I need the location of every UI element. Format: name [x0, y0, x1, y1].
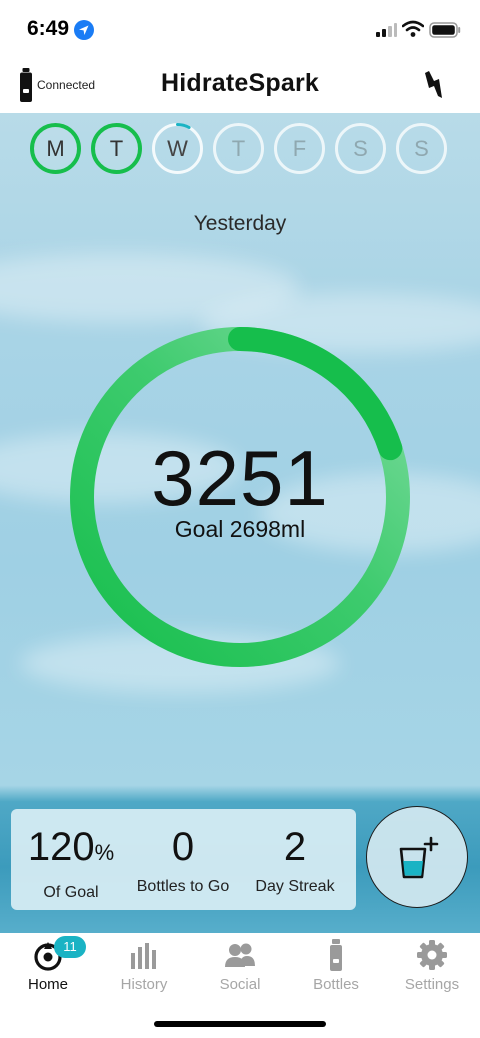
lightning-bolt-icon[interactable] — [420, 70, 446, 100]
of-goal-label: Of Goal — [43, 884, 99, 901]
of-goal-value: 120 — [27, 825, 95, 869]
day-sunday[interactable]: S — [396, 123, 447, 174]
tab-label: Settings — [404, 976, 460, 993]
day-thursday[interactable]: T — [213, 123, 264, 174]
stat-value: 120% — [11, 825, 131, 875]
day-label: T — [231, 135, 246, 161]
of-goal-unit: % — [94, 840, 115, 865]
day-label: S — [414, 135, 429, 161]
day-saturday[interactable]: S — [335, 123, 386, 174]
gear-icon — [417, 940, 447, 970]
day-label: S — [353, 135, 368, 161]
battery-icon — [429, 22, 461, 38]
main-panel: M T W T F S S Yesterday 3251 Goal 2698ml — [0, 113, 480, 933]
day-label: T — [109, 135, 124, 161]
cellular-signal-icon — [376, 23, 397, 37]
day-label: M — [46, 135, 65, 161]
app-header: Connected HidrateSpark — [0, 58, 480, 113]
status-time: 6:49 — [27, 17, 70, 40]
day-streak-value: 2 — [283, 825, 307, 869]
tab-label: Bottles — [313, 976, 359, 993]
tab-settings[interactable]: Settings — [384, 933, 480, 1003]
home-badge: 11 — [54, 936, 86, 958]
stat-day-streak: 2 Day Streak — [235, 809, 355, 896]
tab-label: History — [120, 976, 168, 993]
day-heading: Yesterday — [193, 212, 287, 235]
bottle-icon — [330, 939, 342, 971]
home-indicator — [154, 1021, 326, 1027]
wifi-icon — [402, 20, 424, 37]
day-streak-label: Day Streak — [255, 878, 335, 895]
location-arrow-icon — [74, 20, 94, 40]
bottles-to-go-label: Bottles to Go — [136, 878, 230, 895]
tab-label: Social — [219, 976, 261, 993]
bar-chart-icon — [131, 943, 156, 969]
day-friday[interactable]: F — [274, 123, 325, 174]
bottles-to-go-value: 0 — [171, 825, 195, 869]
day-label: F — [292, 135, 307, 161]
intake-value: 3251 — [151, 434, 329, 522]
people-icon — [225, 943, 255, 967]
add-water-button[interactable] — [366, 806, 468, 908]
tab-home[interactable]: 11 Home — [0, 933, 96, 1003]
stat-of-goal: 120% Of Goal — [11, 809, 131, 902]
stats-card: 120% Of Goal 0 Bottles to Go 2 Day Strea… — [11, 809, 356, 910]
tab-label: Home — [27, 976, 68, 993]
tab-bar: 11 Home History Social Bottles Settings — [0, 933, 480, 1038]
tab-social[interactable]: Social — [192, 933, 288, 1003]
cup-plus-icon — [399, 836, 439, 879]
app-title: HidrateSpark — [160, 69, 319, 97]
day-progress-arc — [176, 123, 191, 129]
day-wednesday[interactable]: W — [152, 123, 203, 174]
tab-history[interactable]: History — [96, 933, 192, 1003]
goal-text: Goal 2698ml — [174, 516, 306, 542]
day-monday[interactable]: M — [30, 123, 81, 174]
week-day-selector: M T W T F S S — [25, 123, 455, 179]
tab-bottles[interactable]: Bottles — [288, 933, 384, 1003]
status-bar: 6:49 — [0, 0, 480, 58]
day-tuesday[interactable]: T — [91, 123, 142, 174]
stat-bottles-to-go: 0 Bottles to Go — [123, 809, 243, 896]
